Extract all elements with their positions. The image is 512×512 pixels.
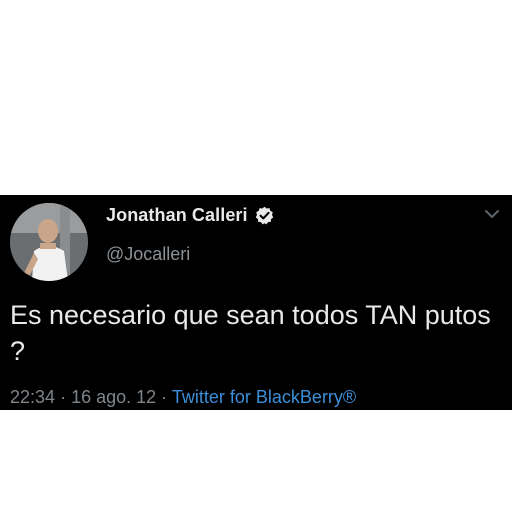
avatar-photo: [10, 203, 88, 281]
meta-separator: ·: [60, 387, 72, 407]
page: Jonathan Calleri @Jocalleri Es necesario…: [0, 0, 512, 512]
tweet-meta: 22:34 · 16 ago. 12 · Twitter for BlackBe…: [10, 387, 356, 408]
user-handle[interactable]: @Jocalleri: [106, 244, 190, 265]
display-name-row: Jonathan Calleri: [106, 205, 274, 226]
display-name[interactable]: Jonathan Calleri: [106, 205, 248, 226]
verified-badge-icon: [255, 206, 274, 225]
tweet-date[interactable]: 16 ago. 12: [71, 387, 156, 407]
tweet-time[interactable]: 22:34: [10, 387, 55, 407]
chevron-down-icon[interactable]: [482, 207, 502, 221]
tweet-card[interactable]: Jonathan Calleri @Jocalleri Es necesario…: [0, 195, 512, 410]
tweet-source-link[interactable]: Twitter for BlackBerry®: [172, 387, 356, 407]
avatar[interactable]: [10, 203, 88, 281]
tweet-text: Es necesario que sean todos TAN putos ?: [10, 300, 491, 366]
meta-separator: ·: [161, 387, 172, 407]
